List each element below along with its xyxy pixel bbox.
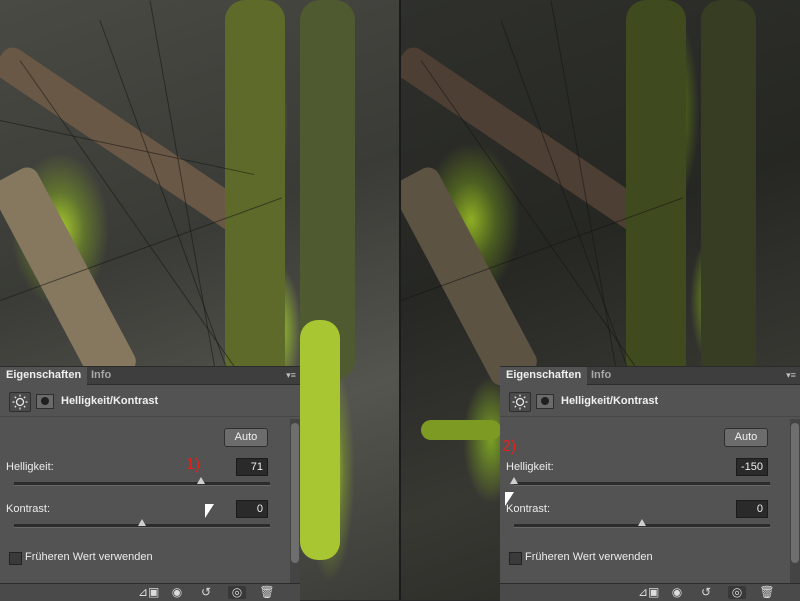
adjustment-header: Helligkeit/Kontrast: [500, 386, 800, 417]
tab-info[interactable]: Info: [85, 367, 117, 384]
kontrast-input[interactable]: 0: [736, 500, 768, 518]
panel-tabbar: Eigenschaften Info ▾≡: [500, 367, 800, 385]
scrollbar-thumb[interactable]: [791, 423, 799, 563]
panel-menu-icon[interactable]: ▾≡: [784, 369, 798, 381]
panel-tabbar: Eigenschaften Info ▾≡: [0, 367, 300, 385]
mouse-cursor-icon: [505, 492, 514, 506]
panel-title: Helligkeit/Kontrast: [561, 395, 659, 407]
tab-info[interactable]: Info: [585, 367, 617, 384]
properties-panel-left: Eigenschaften Info ▾≡ Helligkeit/Kontras…: [0, 366, 300, 601]
adjustment-header: Helligkeit/Kontrast: [0, 386, 300, 417]
properties-panel-right: Eigenschaften Info ▾≡ Helligkeit/Kontras…: [500, 366, 800, 601]
kontrast-slider[interactable]: [514, 519, 770, 528]
kontrast-slider[interactable]: [14, 519, 270, 528]
scrollbar-thumb[interactable]: [291, 423, 299, 563]
mossy-branch: [421, 420, 501, 440]
panel-menu-icon[interactable]: ▾≡: [284, 369, 298, 381]
leaning-branch: [0, 163, 141, 390]
helligkeit-slider[interactable]: [510, 477, 770, 486]
view-previous-state-icon[interactable]: ◉: [168, 586, 186, 599]
visibility-eye-icon[interactable]: ◎: [728, 586, 746, 599]
trash-icon[interactable]: 🗑: [758, 586, 776, 599]
kontrast-slider-thumb[interactable]: [638, 519, 646, 526]
visibility-eye-icon[interactable]: ◎: [228, 586, 246, 599]
reset-icon[interactable]: ↺: [697, 586, 715, 599]
panel-content: Auto Helligkeit: 71 Kontrast: 0 Früheren…: [0, 419, 290, 584]
frueheren-wert-label: Früheren Wert verwenden: [25, 551, 153, 563]
helligkeit-input[interactable]: 71: [236, 458, 268, 476]
mouse-cursor-icon: [205, 504, 214, 518]
sun-adjustment-icon[interactable]: [509, 392, 531, 412]
auto-button[interactable]: Auto: [224, 428, 268, 447]
panel-footer: ⊿▣ ◉ ↺ ◎ 🗑: [500, 583, 800, 601]
clip-to-layer-icon[interactable]: ⊿▣: [638, 586, 659, 599]
view-previous-state-icon[interactable]: ◉: [668, 586, 686, 599]
tab-eigenschaften[interactable]: Eigenschaften: [500, 367, 588, 385]
helligkeit-label: Helligkeit:: [506, 461, 554, 473]
tab-eigenschaften[interactable]: Eigenschaften: [0, 367, 88, 385]
panel-scrollbar[interactable]: [290, 419, 300, 584]
panel-content: Auto Helligkeit: -150 Kontrast: 0 Früher…: [500, 419, 790, 584]
frueheren-wert-checkbox[interactable]: [509, 552, 522, 565]
helligkeit-label: Helligkeit:: [6, 461, 54, 473]
helligkeit-slider-thumb[interactable]: [197, 477, 205, 484]
clip-to-layer-icon[interactable]: ⊿▣: [138, 586, 159, 599]
annotation-label: 2): [502, 438, 517, 455]
kontrast-input[interactable]: 0: [236, 500, 268, 518]
trash-icon[interactable]: 🗑: [258, 586, 276, 599]
frueheren-wert-label: Früheren Wert verwenden: [525, 551, 653, 563]
mossy-branch: [300, 320, 340, 560]
sun-adjustment-icon[interactable]: [9, 392, 31, 412]
mossy-trunk: [701, 0, 756, 380]
auto-button[interactable]: Auto: [724, 428, 768, 447]
reset-icon[interactable]: ↺: [197, 586, 215, 599]
kontrast-label: Kontrast:: [6, 503, 51, 515]
helligkeit-input[interactable]: -150: [736, 458, 768, 476]
panel-footer: ⊿▣ ◉ ↺ ◎ 🗑: [0, 583, 300, 601]
panel-title: Helligkeit/Kontrast: [61, 395, 159, 407]
layer-mask-icon[interactable]: [536, 394, 554, 409]
layer-mask-icon[interactable]: [36, 394, 54, 409]
kontrast-slider-thumb[interactable]: [138, 519, 146, 526]
annotation-label: 1): [186, 456, 201, 473]
frueheren-wert-checkbox[interactable]: [9, 552, 22, 565]
panel-scrollbar[interactable]: [790, 419, 800, 584]
leaning-branch: [401, 163, 542, 390]
helligkeit-slider-thumb[interactable]: [510, 477, 518, 484]
helligkeit-slider[interactable]: [14, 477, 270, 486]
